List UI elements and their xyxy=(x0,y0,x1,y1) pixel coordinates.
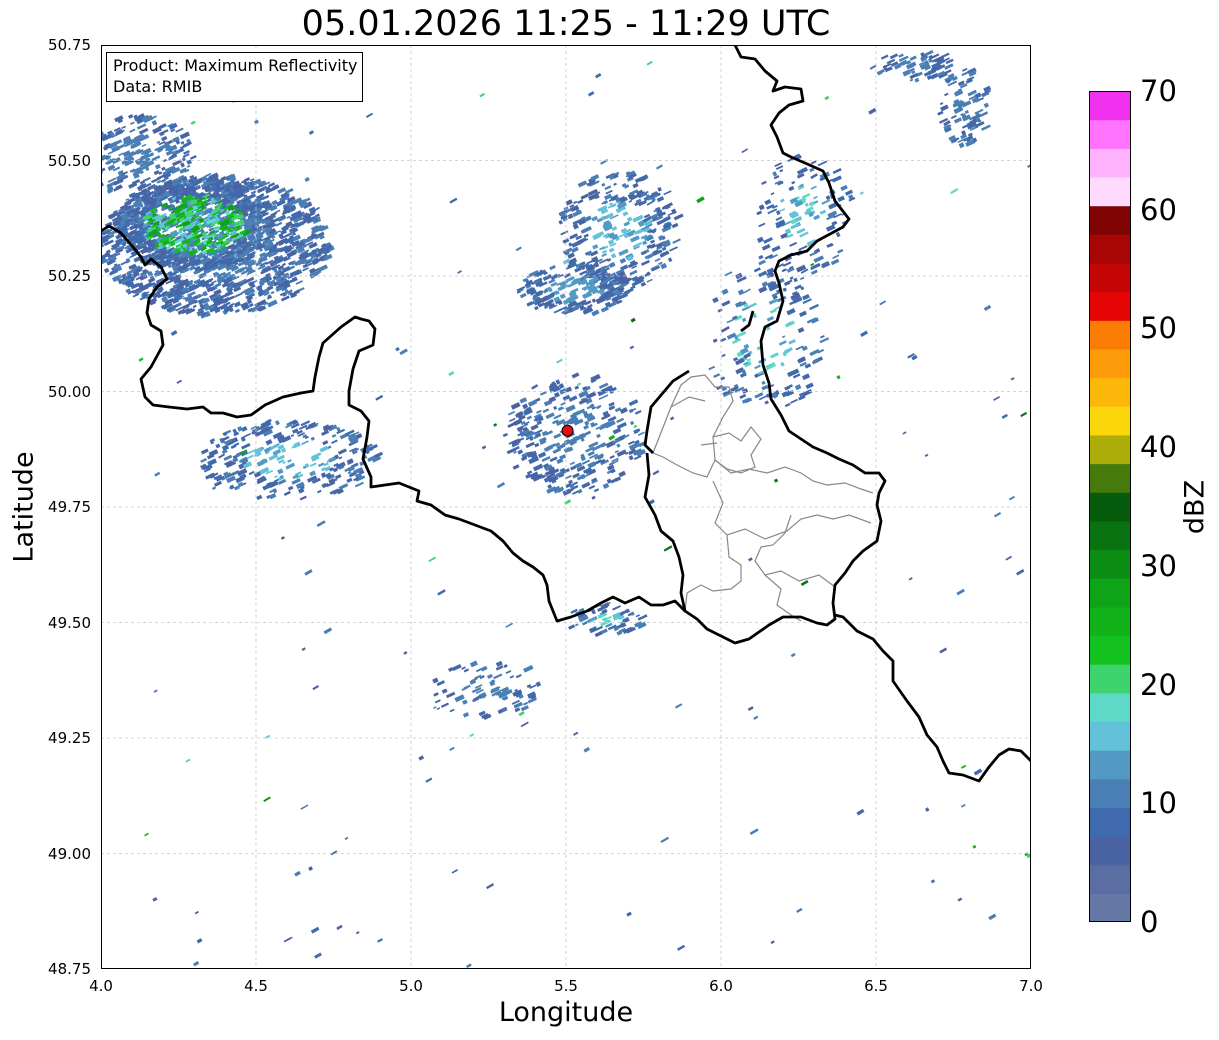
product-info-box: Product: Maximum Reflectivity Data: RMIB xyxy=(106,52,364,102)
map-title: 05.01.2026 11:25 - 11:29 UTC xyxy=(301,4,831,44)
x-tick-label: 6.0 xyxy=(709,977,733,995)
data-source-label: Data: RMIB xyxy=(113,77,203,96)
x-tick-label: 4.0 xyxy=(89,977,113,995)
colorbar-segment xyxy=(1089,291,1131,321)
colorbar-tick-label: 30 xyxy=(1140,548,1177,583)
colorbar-segment xyxy=(1089,778,1131,808)
y-tick-label: 49.75 xyxy=(48,498,91,516)
colorbar xyxy=(1089,90,1137,923)
colorbar-segment xyxy=(1089,721,1131,751)
x-tick-label: 5.5 xyxy=(554,977,578,995)
y-tick-label: 50.00 xyxy=(48,382,91,401)
radar-site-marker xyxy=(561,424,574,437)
colorbar-segment xyxy=(1089,635,1131,665)
colorbar-segment xyxy=(1089,549,1131,579)
colorbar-segment xyxy=(1089,119,1131,149)
y-tick-label: 49.25 xyxy=(48,729,91,747)
product-label: Product: Maximum Reflectivity xyxy=(113,56,358,75)
colorbar-segment xyxy=(1089,262,1131,293)
x-tick-label: 7.0 xyxy=(1019,977,1043,995)
y-tick-label: 48.75 xyxy=(48,960,91,978)
y-tick-label: 50.50 xyxy=(48,151,91,170)
colorbar-tick-label: 50 xyxy=(1140,311,1177,346)
colorbar-tick-label: 70 xyxy=(1140,74,1177,108)
y-tick-label: 50.75 xyxy=(48,36,91,54)
colorbar-segment xyxy=(1089,91,1131,121)
colorbar-segment xyxy=(1089,836,1131,866)
colorbar-tick-label: 20 xyxy=(1140,667,1177,702)
x-tick-label: 6.5 xyxy=(864,977,888,995)
colorbar-segment xyxy=(1089,692,1131,723)
colorbar-segment xyxy=(1089,148,1131,178)
colorbar-tick-label: 10 xyxy=(1140,786,1177,821)
colorbar-segment xyxy=(1089,434,1131,465)
colorbar-segment xyxy=(1089,893,1131,923)
colorbar-segment xyxy=(1089,463,1131,493)
colorbar-segment xyxy=(1089,578,1131,608)
y-tick-label: 50.25 xyxy=(48,267,91,285)
x-tick-label: 4.5 xyxy=(244,977,268,995)
colorbar-segment xyxy=(1089,406,1131,436)
colorbar-label: dBZ xyxy=(1179,479,1211,535)
colorbar-tick-label: 40 xyxy=(1140,430,1177,465)
y-tick-label: 49.50 xyxy=(48,613,91,632)
colorbar-segment xyxy=(1089,606,1131,637)
colorbar-segment xyxy=(1089,807,1131,837)
colorbar-segment xyxy=(1089,320,1131,350)
y-tick-label: 49.00 xyxy=(48,844,91,863)
colorbar-segment xyxy=(1089,348,1131,379)
colorbar-segment xyxy=(1089,205,1131,235)
colorbar-segment xyxy=(1089,377,1131,407)
x-axis-label: Longitude xyxy=(498,997,634,1028)
colorbar-segment xyxy=(1089,234,1131,264)
colorbar-segment xyxy=(1089,864,1131,894)
colorbar-segment xyxy=(1089,520,1131,551)
colorbar-segment xyxy=(1089,492,1131,522)
colorbar-segment xyxy=(1089,664,1131,694)
colorbar-tick-label: 60 xyxy=(1140,192,1177,227)
colorbar-segment xyxy=(1089,176,1131,207)
x-tick-label: 5.0 xyxy=(399,977,423,995)
y-axis-label: Latitude xyxy=(8,451,40,563)
colorbar-segment xyxy=(1089,750,1131,780)
colorbar-tick-label: 0 xyxy=(1140,905,1159,939)
radar-map xyxy=(101,45,1031,969)
